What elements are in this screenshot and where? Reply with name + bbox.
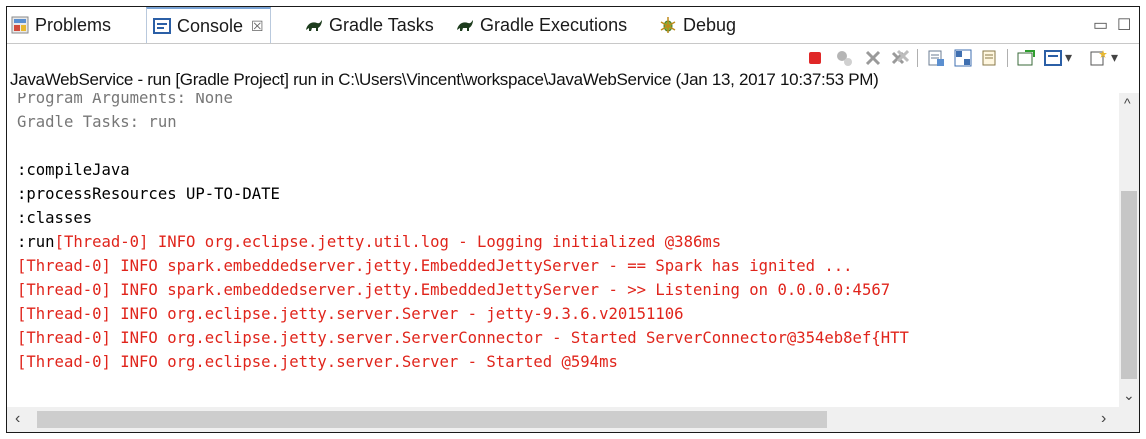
word-wrap-icon[interactable]	[954, 49, 972, 67]
console-output[interactable]: Program Arguments: None Gradle Tasks: ru…	[7, 93, 1119, 407]
console-stderr-segment: [Thread-0] INFO org.eclipse.jetty.util.l…	[54, 233, 722, 251]
view-tab-bar: Problems Console ☒ Gradle Tasks Gradle E…	[7, 7, 1139, 44]
tab-gradle-executions-label: Gradle Executions	[480, 14, 628, 35]
console-line: :run[Thread-0] INFO org.eclipse.jetty.ut…	[17, 230, 721, 254]
horizontal-scroll-thumb[interactable]	[37, 411, 827, 428]
horizontal-scrollbar[interactable]: ‹ ›	[7, 407, 1119, 432]
terminate-icon[interactable]	[806, 49, 824, 67]
console-line: :classes	[17, 209, 93, 227]
console-line: [Thread-0] INFO org.eclipse.jetty.server…	[17, 353, 618, 371]
gradle-icon	[305, 16, 323, 34]
scroll-down-icon[interactable]: ⌄	[1123, 387, 1135, 404]
problems-icon	[11, 16, 29, 34]
console-view: Problems Console ☒ Gradle Tasks Gradle E…	[6, 6, 1140, 433]
launch-description: JavaWebService - run [Gradle Project] ru…	[10, 70, 879, 89]
scroll-right-icon[interactable]: ›	[1101, 410, 1106, 428]
console-line: [Thread-0] INFO org.eclipse.jetty.server…	[17, 305, 684, 323]
tab-gradle-tasks-label: Gradle Tasks	[329, 14, 434, 35]
tab-gradle-tasks[interactable]: Gradle Tasks	[305, 7, 434, 43]
scroll-lock-icon[interactable]	[927, 49, 945, 67]
display-selected-console-icon[interactable]	[1017, 49, 1035, 67]
pin-console-icon[interactable]	[981, 49, 999, 67]
debug-icon	[659, 16, 677, 34]
console-line: [Thread-0] INFO spark.embeddedserver.jet…	[17, 257, 853, 275]
scroll-up-icon[interactable]: ^	[1124, 95, 1131, 111]
close-icon[interactable]: ☒	[251, 18, 264, 35]
remove-launch-icon[interactable]	[835, 49, 853, 67]
console-line: :compileJava	[17, 161, 130, 179]
new-console-icon[interactable]	[1089, 49, 1107, 67]
tab-gradle-executions[interactable]: Gradle Executions	[456, 7, 627, 43]
scroll-left-icon[interactable]: ‹	[15, 410, 20, 428]
tab-problems-label: Problems	[35, 14, 112, 35]
maximize-icon[interactable]: ☐	[1117, 15, 1131, 35]
console-line: [Thread-0] INFO org.eclipse.jetty.server…	[17, 329, 909, 347]
chevron-down-icon[interactable]: ▾	[1065, 49, 1072, 66]
minimize-icon[interactable]: ▭	[1093, 15, 1108, 35]
scrollbar-corner	[1119, 407, 1139, 432]
clear-console-icon[interactable]	[891, 49, 910, 67]
console-icon	[153, 17, 171, 35]
console-line: Gradle Tasks: run	[17, 113, 177, 131]
console-line: :processResources UP-TO-DATE	[17, 185, 280, 203]
tab-problems[interactable]: Problems	[11, 7, 111, 43]
tab-debug[interactable]: Debug	[659, 7, 736, 43]
gradle-icon	[456, 16, 474, 34]
toolbar-separator	[917, 49, 918, 67]
tab-console[interactable]: Console ☒	[146, 7, 271, 43]
remove-all-launches-icon[interactable]	[864, 49, 882, 67]
vertical-scrollbar[interactable]: ^ ⌄	[1119, 93, 1139, 407]
vertical-scroll-thumb[interactable]	[1121, 191, 1137, 379]
open-console-icon[interactable]	[1044, 49, 1062, 67]
tab-console-label: Console	[177, 15, 244, 36]
console-stdout-segment: :run	[17, 233, 55, 251]
console-line: [Thread-0] INFO spark.embeddedserver.jet…	[17, 281, 891, 299]
console-line: Program Arguments: None	[17, 93, 233, 107]
console-toolbar: ▾ ▾	[7, 44, 1139, 72]
toolbar-separator	[1007, 49, 1008, 67]
chevron-down-icon[interactable]: ▾	[1111, 49, 1118, 66]
tab-debug-label: Debug	[683, 14, 737, 35]
